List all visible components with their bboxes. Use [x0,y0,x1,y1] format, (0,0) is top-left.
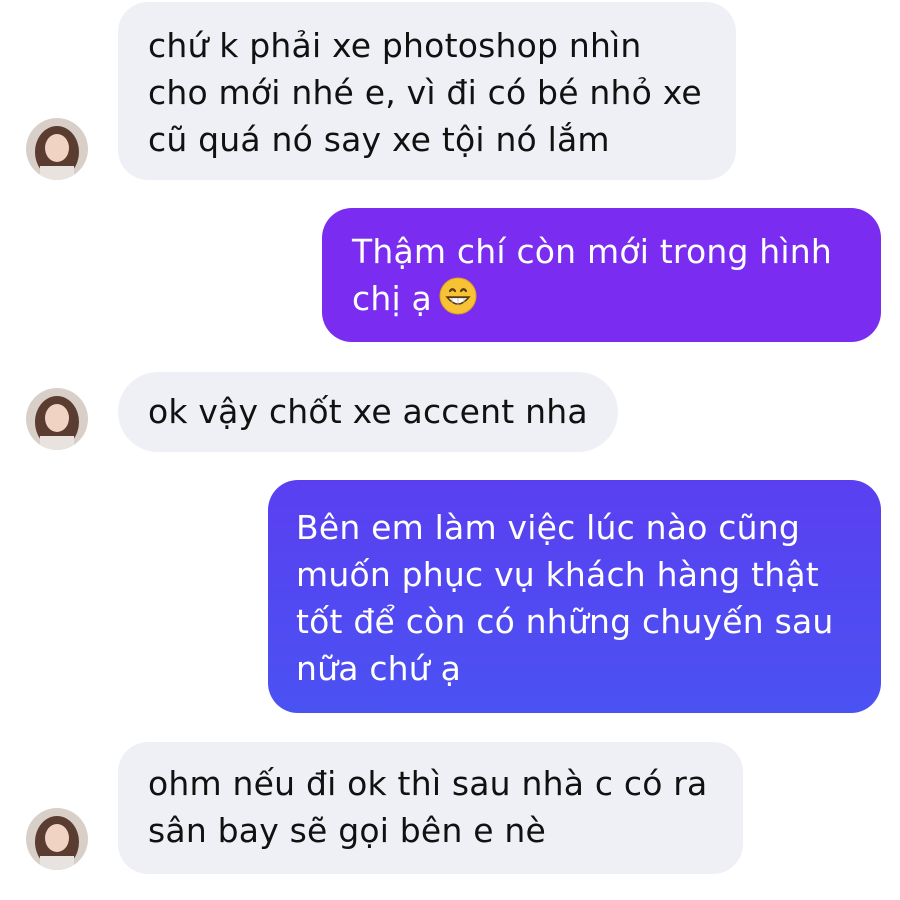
message-text-segment: chị ạ [352,279,432,318]
avatar-photo-icon [26,118,88,180]
avatar-photo-icon [26,388,88,450]
message-text-line: Thậm chí còn mới trong hình [352,232,833,271]
grinning-face-emoji-icon [438,276,478,328]
message-text-line: Bên em làm việc lúc nào cũng [296,508,800,547]
contact-avatar[interactable] [26,808,88,870]
incoming-message-bubble[interactable]: chứ k phải xe photoshop nhìn cho mới nhé… [118,2,736,180]
message-text-line: ohm nếu đi ok thì sau nhà c có ra [148,764,708,803]
message-text-line: muốn phục vụ khách hàng thật [296,555,819,594]
incoming-message-bubble[interactable]: ok vậy chốt xe accent nha [118,372,618,452]
message-text-line: cho mới nhé e, vì đi có bé nhỏ xe [148,73,702,112]
incoming-message-bubble[interactable]: ohm nếu đi ok thì sau nhà c có ra sân ba… [118,742,743,874]
message-text-line: chứ k phải xe photoshop nhìn [148,26,642,65]
avatar-photo-icon [26,808,88,870]
outgoing-message-bubble[interactable]: Bên em làm việc lúc nào cũng muốn phục v… [268,480,881,713]
outgoing-message-bubble[interactable]: Thậm chí còn mới trong hình chị ạ [322,208,881,342]
message-text-line: chị ạ [352,275,881,328]
message-text-line: cũ quá nó say xe tội nó lắm [148,120,610,159]
message-text-line: ok vậy chốt xe accent nha [148,392,588,431]
contact-avatar[interactable] [26,118,88,180]
contact-avatar[interactable] [26,388,88,450]
message-text-line: tốt để còn có những chuyến sau [296,602,834,641]
message-text-line: nữa chứ ạ [296,649,462,688]
message-text-line: sân bay sẽ gọi bên e nè [148,811,547,850]
